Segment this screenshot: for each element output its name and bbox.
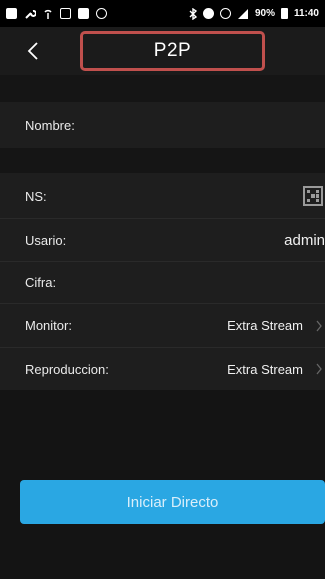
- battery-icon: [280, 8, 288, 19]
- user-label: Usario:: [25, 232, 67, 248]
- playback-value: Extra Stream: [227, 361, 303, 377]
- ns-label: NS:: [25, 188, 47, 204]
- chevron-right-icon: [316, 320, 322, 331]
- battery-percent: 90%: [254, 7, 275, 19]
- start-live-button[interactable]: Iniciar Directo: [20, 480, 325, 524]
- section-spacer: [0, 75, 325, 102]
- playback-selector[interactable]: Reproduccion: Extra Stream: [0, 348, 325, 390]
- signal-icon: [44, 9, 52, 19]
- name-label: Nombre:: [25, 117, 75, 133]
- back-button[interactable]: [18, 35, 48, 67]
- bluetooth-icon: [189, 7, 197, 20]
- wrench-icon: [25, 9, 36, 19]
- user-field[interactable]: Usario: admin: [0, 219, 325, 261]
- password-field[interactable]: Cifra:: [0, 262, 325, 303]
- monitor-value: Extra Stream: [227, 318, 303, 333]
- 4g-signal-icon: [237, 8, 248, 19]
- status-left-icons: [6, 8, 107, 20]
- alarm-icon: [219, 8, 231, 19]
- chevron-left-icon: [27, 42, 38, 60]
- status-right-icons: 90% 11:40: [189, 7, 319, 20]
- user-value: admin: [284, 231, 325, 249]
- status-bar: 90% 11:40: [0, 0, 325, 27]
- gallery-icon: [6, 8, 17, 19]
- title-bar: P2P: [0, 27, 325, 75]
- monitor-label: Monitor:: [25, 318, 72, 333]
- ns-field[interactable]: NS:: [0, 173, 325, 219]
- clock: 11:40: [293, 7, 319, 19]
- qr-scan-icon[interactable]: [303, 186, 323, 206]
- shield-icon: [96, 8, 107, 19]
- password-label: Cifra:: [25, 275, 57, 290]
- title-highlight: P2P: [80, 31, 265, 71]
- instagram-icon: [60, 8, 71, 19]
- page-title: P2P: [153, 40, 192, 61]
- monitor-selector[interactable]: Monitor: Extra Stream: [0, 304, 325, 347]
- chevron-right-icon: [316, 363, 322, 375]
- section-spacer: [0, 148, 325, 173]
- playback-label: Reproduccion:: [25, 361, 109, 377]
- do-not-disturb-icon: [202, 8, 214, 19]
- image-icon: [78, 8, 89, 19]
- name-field[interactable]: Nombre:: [0, 102, 325, 148]
